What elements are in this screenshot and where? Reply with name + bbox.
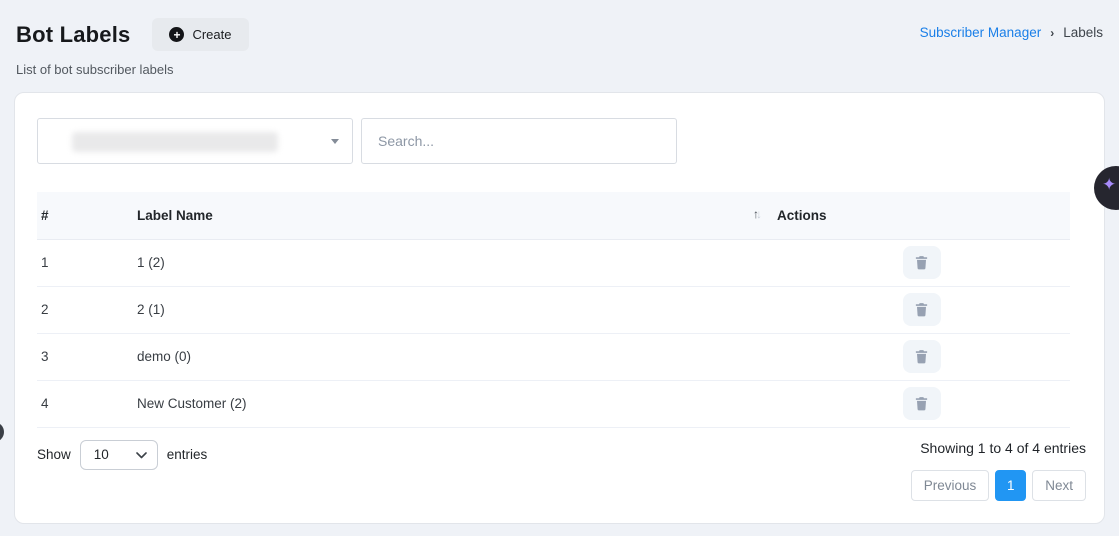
- sort-arrows-icon: ↑↓: [753, 207, 759, 221]
- caret-down-icon: [331, 139, 339, 144]
- show-label: Show: [37, 447, 71, 462]
- row-index: 2: [37, 286, 133, 333]
- page-1-button[interactable]: 1: [995, 470, 1026, 501]
- page-size-value: 10: [94, 447, 109, 462]
- chevron-right-icon: ›: [1050, 26, 1054, 40]
- trash-icon: [914, 255, 929, 270]
- table-row: 1 1 (2): [37, 239, 1070, 286]
- labels-table: # Label Name ↑↓ Actions 1 1 (2): [37, 192, 1070, 428]
- showing-info: Showing 1 to 4 of 4 entries: [920, 440, 1086, 456]
- next-page-button[interactable]: Next: [1032, 470, 1086, 501]
- bot-labels-page: Bot Labels + Create List of bot subscrib…: [0, 0, 1119, 536]
- search-input[interactable]: [361, 118, 677, 164]
- row-label-name: New Customer (2): [133, 380, 773, 427]
- column-header-actions: Actions: [773, 192, 1070, 239]
- row-label-name: 1 (2): [133, 239, 773, 286]
- row-label-name: demo (0): [133, 333, 773, 380]
- table-body: 1 1 (2) 2 2 (1): [37, 239, 1070, 427]
- footer-right: Showing 1 to 4 of 4 entries Previous 1 N…: [911, 440, 1086, 501]
- breadcrumb-parent-link[interactable]: Subscriber Manager: [920, 25, 1042, 40]
- pagination: Previous 1 Next: [911, 470, 1086, 501]
- page-title: Bot Labels: [16, 22, 130, 48]
- sparkle-icon: ✦: [1102, 176, 1116, 193]
- delete-button[interactable]: [903, 246, 941, 279]
- show-entries: Show 10 entries: [37, 440, 207, 470]
- table-header-row: # Label Name ↑↓ Actions: [37, 192, 1070, 239]
- previous-page-button[interactable]: Previous: [911, 470, 990, 501]
- trash-icon: [914, 396, 929, 411]
- row-index: 4: [37, 380, 133, 427]
- labels-card: # Label Name ↑↓ Actions 1 1 (2): [14, 92, 1105, 524]
- row-index: 1: [37, 239, 133, 286]
- controls-row: [37, 118, 1082, 164]
- delete-button[interactable]: [903, 293, 941, 326]
- page-size-select[interactable]: 10: [80, 440, 158, 470]
- breadcrumb: Subscriber Manager › Labels: [920, 25, 1103, 40]
- entries-label: entries: [167, 447, 208, 462]
- redacted-selected-value: [72, 132, 278, 152]
- create-button[interactable]: + Create: [152, 18, 248, 51]
- column-header-index: #: [37, 192, 133, 239]
- delete-button[interactable]: [903, 340, 941, 373]
- column-header-label-name[interactable]: Label Name ↑↓: [133, 192, 773, 239]
- table-row: 2 2 (1): [37, 286, 1070, 333]
- table-footer: Show 10 entries Showing 1 to 4 of 4 entr…: [37, 440, 1082, 501]
- row-label-name: 2 (1): [133, 286, 773, 333]
- table-row: 3 demo (0): [37, 333, 1070, 380]
- trash-icon: [914, 302, 929, 317]
- create-button-label: Create: [192, 27, 231, 42]
- trash-icon: [914, 349, 929, 364]
- table-row: 4 New Customer (2): [37, 380, 1070, 427]
- flow-select[interactable]: [37, 118, 353, 164]
- page-subtitle: List of bot subscriber labels: [16, 62, 174, 77]
- delete-button[interactable]: [903, 387, 941, 420]
- chevron-down-icon: [136, 452, 147, 459]
- row-index: 3: [37, 333, 133, 380]
- plus-circle-icon: +: [169, 27, 184, 42]
- left-edge-widget-button[interactable]: [0, 422, 4, 442]
- breadcrumb-current: Labels: [1063, 25, 1103, 40]
- page-header: Bot Labels + Create: [16, 18, 249, 51]
